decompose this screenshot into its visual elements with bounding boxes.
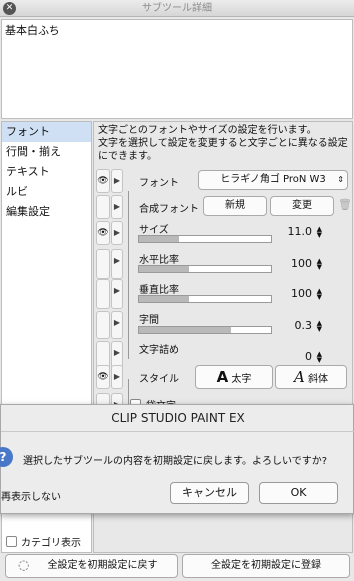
expand-arrow-icon[interactable]: ▶: [111, 311, 123, 339]
window-title: サブツール詳細: [142, 3, 212, 14]
letter-spacing-slider[interactable]: [138, 326, 272, 334]
show-category-checkbox[interactable]: [6, 536, 17, 547]
size-value[interactable]: 11.0: [288, 225, 313, 238]
eye-slot[interactable]: [96, 311, 110, 339]
subtool-name: 基本白ふち: [5, 24, 60, 37]
cancel-button[interactable]: キャンセル: [170, 482, 249, 504]
close-icon[interactable]: ✕: [3, 2, 16, 15]
subtool-name-box[interactable]: 基本白ふち: [1, 19, 353, 119]
expand-arrow-icon[interactable]: ▶: [111, 195, 123, 219]
expand-arrow-icon[interactable]: ▶: [111, 279, 123, 309]
reset-dashed-circle-icon: ◌: [18, 558, 30, 573]
category-item-line-spacing[interactable]: 行間・揃え: [2, 142, 91, 162]
letter-spacing-label: 字間: [139, 315, 159, 326]
category-item-ruby[interactable]: ルビ: [2, 182, 91, 202]
italic-a-icon: A: [293, 368, 305, 386]
composite-font-change-button[interactable]: 変更: [270, 196, 334, 216]
composite-font-label: 合成フォント: [139, 204, 199, 215]
bold-label: 太字: [231, 374, 252, 385]
expand-arrow-icon[interactable]: ▶: [111, 365, 123, 389]
description-line-1: 文字ごとのフォントやサイズの設定を行います。: [98, 125, 317, 136]
size-slider[interactable]: [138, 235, 272, 243]
bold-button[interactable]: A 太字: [195, 365, 273, 389]
letter-spacing-value[interactable]: 0.3: [295, 319, 313, 332]
horizontal-scale-slider[interactable]: [138, 265, 272, 273]
spinner-icon[interactable]: ▲ ▼: [317, 258, 322, 271]
size-label: サイズ: [139, 225, 169, 236]
style-label: スタイル: [139, 374, 179, 385]
eye-icon[interactable]: 👁: [96, 365, 110, 389]
italic-label: 斜体: [308, 374, 329, 385]
font-select[interactable]: ヒラギノ角ゴ ProN W3 ⇕: [198, 170, 348, 190]
tree-guide: [128, 191, 129, 359]
composite-font-new-button[interactable]: 新規: [203, 196, 267, 216]
dont-show-again-option[interactable]: 再表示しない: [1, 488, 61, 503]
dialog-message: 選択したサブツールの内容を初期設定に戻します。よろしいですか?: [23, 456, 328, 467]
category-description: 文字ごとのフォントやサイズの設定を行います。 文字を選択して設定を変更すると文字…: [98, 124, 350, 163]
bold-a-icon: A: [216, 368, 229, 386]
eye-slot[interactable]: [96, 249, 110, 279]
char-tracking-label: 文字詰め: [139, 345, 179, 356]
ok-button[interactable]: OK: [259, 482, 338, 504]
category-item-edit-settings[interactable]: 編集設定: [2, 202, 91, 222]
expand-arrow-icon[interactable]: ▶: [111, 249, 123, 279]
horizontal-scale-slider-fill: [139, 266, 190, 272]
horizontal-scale-label: 水平比率: [139, 255, 179, 266]
eye-slot[interactable]: [96, 279, 110, 309]
font-label: フォント: [139, 178, 179, 189]
letter-spacing-slider-fill: [139, 327, 232, 333]
trash-icon[interactable]: 🗑: [338, 198, 352, 211]
description-line-2: 文字を選択して設定を変更すると文字ごとに異なる設定: [98, 138, 348, 149]
expand-arrow-icon[interactable]: ▶: [111, 169, 123, 193]
spinner-icon[interactable]: ▲ ▼: [317, 320, 322, 333]
dialog-separator: [1, 431, 354, 432]
window-titlebar: ✕ サブツール詳細: [0, 0, 354, 17]
vertical-scale-label: 垂直比率: [139, 285, 179, 296]
spinner-icon[interactable]: ▲ ▼: [317, 351, 322, 364]
description-line-3: にできます。: [98, 151, 157, 162]
confirm-dialog: CLIP STUDIO PAINT EX ? 選択したサブツールの内容を初期設定…: [0, 404, 354, 514]
reset-all-button[interactable]: ◌ 全設定を初期設定に戻す: [5, 554, 178, 578]
spinner-icon[interactable]: ▲ ▼: [317, 226, 322, 239]
italic-button[interactable]: A 斜体: [275, 365, 347, 389]
question-icon: ?: [0, 447, 13, 467]
register-all-label: 全設定を初期設定に登録: [211, 560, 321, 571]
expand-arrow-icon[interactable]: ▶: [111, 221, 123, 245]
register-all-button[interactable]: 全設定を初期設定に登録: [182, 554, 350, 578]
eye-icon[interactable]: 👁: [96, 221, 110, 245]
category-item-text[interactable]: テキスト: [2, 162, 91, 182]
reset-all-label: 全設定を初期設定に戻す: [47, 560, 158, 571]
vertical-scale-value[interactable]: 100: [291, 287, 312, 300]
category-item-font[interactable]: フォント: [2, 122, 91, 142]
vertical-scale-slider[interactable]: [138, 295, 272, 303]
horizontal-scale-value[interactable]: 100: [291, 257, 312, 270]
show-category-label: カテゴリ表示: [21, 538, 81, 549]
char-tracking-value[interactable]: 0: [305, 350, 312, 363]
dialog-title: CLIP STUDIO PAINT EX: [111, 411, 245, 425]
eye-slot[interactable]: [96, 195, 110, 219]
eye-icon[interactable]: 👁: [96, 169, 110, 193]
show-category-toggle[interactable]: カテゴリ表示: [6, 534, 81, 549]
size-slider-fill: [139, 236, 179, 242]
spinner-icon[interactable]: ▲ ▼: [317, 288, 322, 301]
font-select-value: ヒラギノ角ゴ ProN W3: [220, 174, 326, 185]
chevron-updown-icon: ⇕: [337, 175, 344, 184]
vertical-scale-slider-fill: [139, 296, 190, 302]
